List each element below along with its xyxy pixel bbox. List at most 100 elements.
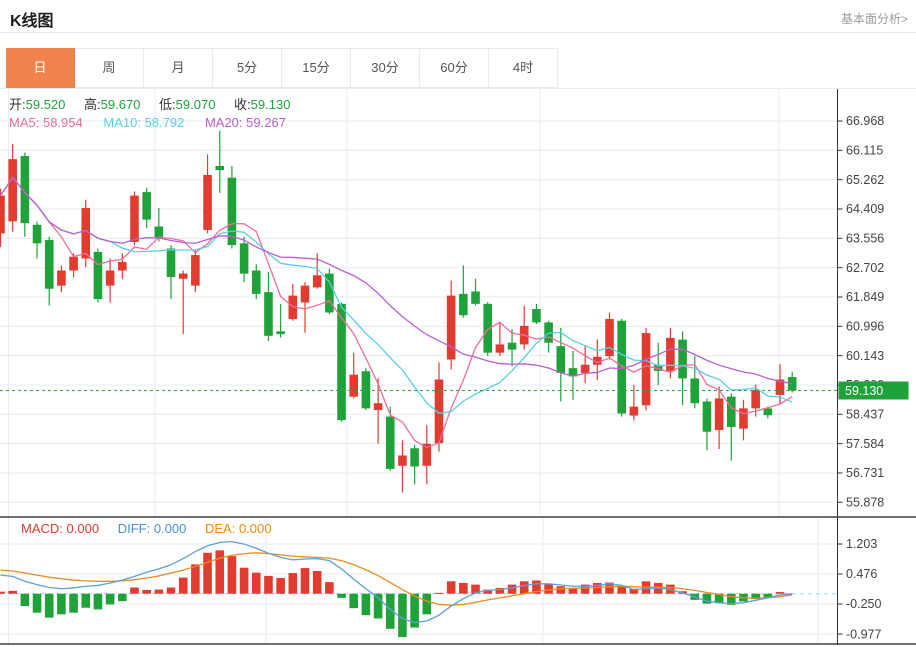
macd-bar	[301, 568, 310, 594]
header-divider	[0, 32, 916, 33]
macd-histogram	[0, 550, 784, 637]
macd-legend: MACD: 0.000 DIFF: 0.000 DEA: 0.000	[21, 521, 272, 536]
y-axis-tick-label: 61.849	[846, 290, 884, 304]
tab-60min[interactable]: 60分	[420, 49, 489, 87]
candle	[313, 275, 322, 287]
kline-chart[interactable]: 66.96866.11565.26264.40963.55662.70261.8…	[0, 88, 916, 645]
candle	[45, 240, 54, 289]
candle	[94, 252, 103, 299]
candle	[349, 375, 358, 397]
macd-bar	[617, 586, 626, 593]
tab-5min[interactable]: 5分	[213, 49, 282, 87]
candle	[715, 398, 724, 430]
high-label: 高:	[84, 97, 101, 112]
macd-bar	[155, 590, 164, 594]
candle	[410, 448, 419, 466]
macd-bar	[544, 584, 553, 594]
page-title: K线图	[10, 7, 54, 31]
candle	[228, 178, 237, 245]
candle	[556, 346, 565, 373]
low-label: 低:	[159, 97, 176, 112]
ma-legend: MA5: 58.954 MA10: 58.792 MA20: 59.267	[9, 115, 286, 130]
macd-bar	[240, 568, 249, 594]
tab-30min[interactable]: 30分	[351, 49, 420, 87]
candle	[57, 271, 66, 286]
macd-bar	[167, 588, 176, 594]
dea-value: DEA: 0.000	[205, 521, 272, 536]
macd-bar	[106, 594, 115, 605]
macd-bar	[423, 594, 432, 615]
candle	[167, 249, 176, 278]
macd-bar	[228, 556, 237, 594]
candle	[106, 271, 115, 286]
candle	[496, 344, 505, 352]
y-axis-tick-label: -0.250	[846, 597, 881, 611]
y-axis-tick-label: -0.977	[846, 627, 881, 641]
macd-bar	[252, 573, 261, 594]
ma10-value: MA10: 58.792	[103, 115, 184, 130]
candle	[8, 159, 17, 221]
y-axis-tick-label: 57.584	[846, 437, 884, 451]
candle	[386, 417, 395, 469]
candles	[0, 131, 796, 493]
tab-4hour[interactable]: 4时	[489, 49, 558, 87]
candle	[301, 286, 310, 303]
candle	[0, 196, 5, 234]
fundamental-analysis-link[interactable]: 基本面分析>	[841, 10, 908, 27]
macd-bar	[264, 576, 273, 594]
macd-bar	[21, 594, 30, 606]
diff-line	[1, 542, 793, 623]
candle	[33, 225, 42, 244]
macd-bar	[94, 594, 103, 610]
candle	[398, 455, 407, 465]
macd-bar	[435, 593, 444, 594]
macd-bar	[398, 594, 407, 637]
macd-bar	[33, 594, 42, 613]
open-label: 开:	[9, 97, 26, 112]
tab-month[interactable]: 月	[144, 49, 213, 87]
macd-bar	[45, 594, 54, 618]
open-value: 59.520	[26, 97, 66, 112]
y-axis-labels: 66.96866.11565.26264.40963.55662.70261.8…	[838, 114, 885, 641]
macd-bar	[459, 583, 468, 594]
macd-bar	[447, 581, 456, 593]
y-axis-tick-label: 63.556	[846, 232, 884, 246]
candle	[203, 175, 212, 230]
candle	[642, 333, 651, 405]
candle	[727, 397, 736, 427]
y-axis-tick-label: 1.203	[846, 537, 877, 551]
macd-bar	[325, 582, 334, 594]
candle	[155, 227, 164, 239]
candle	[362, 371, 371, 408]
ma5-line	[1, 177, 793, 447]
candle	[447, 296, 456, 360]
candle	[471, 291, 480, 303]
candle	[276, 331, 285, 334]
ma20-value: MA20: 59.267	[205, 115, 286, 130]
candle	[739, 408, 748, 428]
y-axis-tick-label: 64.409	[846, 202, 884, 216]
macd-bar	[57, 594, 66, 615]
macd-bar	[776, 592, 785, 594]
low-value: 59.070	[176, 97, 216, 112]
candle	[118, 262, 127, 271]
y-axis-tick-label: 0.476	[846, 567, 877, 581]
tab-15min[interactable]: 15分	[282, 49, 351, 87]
kline-chart-svg[interactable]: 66.96866.11565.26264.40963.55662.70261.8…	[0, 89, 916, 645]
candle	[69, 257, 78, 271]
candle	[703, 401, 712, 431]
y-axis-tick-label: 55.878	[846, 495, 884, 509]
tab-day[interactable]: 日	[6, 48, 75, 88]
macd-bar	[69, 594, 78, 613]
macd-bar	[313, 571, 322, 594]
tab-week[interactable]: 周	[75, 49, 144, 87]
macd-bar	[508, 585, 517, 594]
candle	[581, 365, 590, 373]
price-badge: 59.130	[839, 381, 909, 399]
candle	[240, 243, 249, 273]
ma-lines	[1, 177, 793, 447]
y-axis-tick-label: 56.731	[846, 466, 884, 480]
macd-bar	[191, 564, 200, 593]
candle	[264, 292, 273, 336]
macd-bar	[118, 594, 127, 601]
